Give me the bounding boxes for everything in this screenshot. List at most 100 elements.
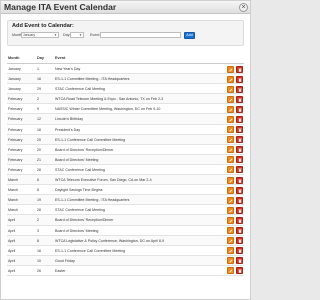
delete-button[interactable] [236, 196, 243, 204]
table-row: February 2 WTCA Road Telecom Meeting & Exp… [7, 94, 244, 105]
manage-calendar-window: Manage ITA Event Calendar × Add Event to… [0, 0, 251, 300]
cell-day: 26 [37, 167, 41, 172]
cell-day: 26 [37, 208, 41, 213]
delete-button[interactable] [236, 75, 243, 83]
edit-button[interactable] [227, 85, 234, 93]
close-icon[interactable]: × [239, 3, 248, 12]
delete-button[interactable] [236, 227, 243, 234]
table-row: March 6 WTCA Telecom Executive Forum, San … [7, 175, 244, 186]
edit-button[interactable] [227, 196, 234, 204]
edit-button[interactable] [227, 166, 234, 174]
edit-button[interactable] [227, 65, 234, 73]
cell-month: January [8, 67, 21, 71]
cell-event: President's Day [55, 127, 81, 132]
table-row: April 8 WTCA Legislative & Policy Conferen… [7, 235, 244, 246]
cell-month: February [8, 127, 23, 132]
edit-button[interactable] [227, 156, 234, 164]
edit-button[interactable] [227, 176, 234, 184]
edit-button[interactable] [227, 75, 234, 83]
day-select[interactable]: ▼ [70, 32, 84, 38]
table-row: February 20 ES-1-1 Conference Call Committ… [7, 134, 244, 145]
delete-button[interactable] [236, 247, 243, 255]
cell-day: 3 [37, 228, 39, 233]
edit-button[interactable] [227, 247, 234, 255]
cell-day: 2 [37, 97, 39, 102]
cell-event: NASSIC Winter Committee Meeting, Washing… [55, 107, 161, 112]
delete-button[interactable] [236, 85, 243, 93]
edit-button[interactable] [227, 227, 234, 234]
cell-day: 1 [37, 67, 39, 71]
events-table: Month Day Event January 1 New Year's Day Ja… [7, 53, 244, 276]
edit-button[interactable] [227, 115, 234, 123]
add-event-button[interactable]: Add [184, 32, 195, 39]
add-event-form: Month: January ▼ Day: ▼ Event: Add [12, 32, 242, 39]
cell-event: Board of Directors' Meeting [55, 228, 99, 233]
edit-button[interactable] [227, 257, 234, 265]
edit-button[interactable] [227, 206, 234, 214]
cell-event: Easter [55, 268, 66, 273]
cell-day: 16 [37, 248, 41, 253]
edit-button[interactable] [227, 237, 234, 245]
delete-button[interactable] [236, 206, 243, 214]
table-header: Month Day Event [7, 53, 244, 64]
delete-button[interactable] [236, 126, 243, 134]
table-row: February 20 Board of Directors' Reception/… [7, 144, 244, 155]
cell-event: ES-1-1 Conference Call Committee Meeting [55, 137, 126, 142]
cell-event: WTCA Telecom Executive Forum, San Diego,… [55, 178, 152, 183]
delete-button[interactable] [236, 105, 243, 113]
cell-month: March [8, 198, 18, 203]
edit-button[interactable] [227, 136, 234, 144]
edit-button[interactable] [227, 186, 234, 194]
cell-month: April [8, 218, 16, 223]
edit-button[interactable] [227, 126, 234, 134]
delete-button[interactable] [236, 216, 243, 224]
delete-button[interactable] [236, 115, 243, 123]
cell-day: 20 [37, 137, 41, 142]
cell-day: 26 [37, 268, 41, 273]
table-row: February 12 Lincoln's Birthday [7, 114, 244, 125]
delete-button[interactable] [236, 186, 243, 194]
edit-button[interactable] [227, 216, 234, 224]
month-select-value: January [23, 33, 36, 37]
cell-month: April [8, 238, 16, 243]
table-row: February 21 Board of Directors' Meeting [7, 154, 244, 165]
table-row: February 9 NASSIC Winter Committee Meeting… [7, 104, 244, 115]
column-header-month: Month [8, 56, 20, 60]
delete-button[interactable] [236, 136, 243, 144]
cell-event: WTCA Road Telecom Meeting & Expo - San A… [55, 97, 164, 102]
chevron-down-icon: ▼ [79, 33, 82, 37]
table-row: April 26 Easter [7, 265, 244, 276]
delete-button[interactable] [236, 146, 243, 154]
edit-button[interactable] [227, 95, 234, 103]
table-row: March 26 STAC Conference Call Meeting [7, 205, 244, 216]
edit-button[interactable] [227, 146, 234, 154]
cell-event: Lincoln's Birthday [55, 117, 84, 122]
table-row: March 19 ES-1-1 Committee Meeting - ITA He… [7, 195, 244, 206]
cell-event: Good Friday [55, 258, 75, 263]
cell-day: 2 [37, 218, 39, 223]
table-row: April 10 Good Friday [7, 255, 244, 266]
edit-button[interactable] [227, 267, 234, 275]
event-input[interactable] [100, 32, 181, 38]
edit-button[interactable] [227, 105, 234, 113]
cell-event: ES-1-1 Committee Meeting - ITA Headquart… [55, 77, 130, 82]
column-header-day: Day [37, 56, 44, 60]
delete-button[interactable] [236, 176, 243, 184]
chevron-down-icon: ▼ [54, 33, 57, 37]
cell-month: February [8, 137, 23, 142]
month-select[interactable]: January ▼ [21, 32, 59, 38]
delete-button[interactable] [236, 95, 243, 103]
cell-day: 19 [37, 198, 41, 203]
add-event-panel: Add Event to Calendar: Month: January ▼ … [7, 20, 244, 46]
cell-month: March [8, 178, 18, 183]
cell-event: STAC Conference Call Meeting [55, 167, 105, 172]
delete-button[interactable] [236, 65, 243, 73]
delete-button[interactable] [236, 267, 243, 275]
delete-button[interactable] [236, 257, 243, 265]
cell-day: 29 [37, 87, 41, 92]
delete-button[interactable] [236, 166, 243, 174]
delete-button[interactable] [236, 156, 243, 164]
cell-event: STAC Conference Call Meeting [55, 208, 105, 213]
delete-button[interactable] [236, 237, 243, 245]
cell-event: Board of Directors' Reception/Dinner [55, 147, 114, 152]
